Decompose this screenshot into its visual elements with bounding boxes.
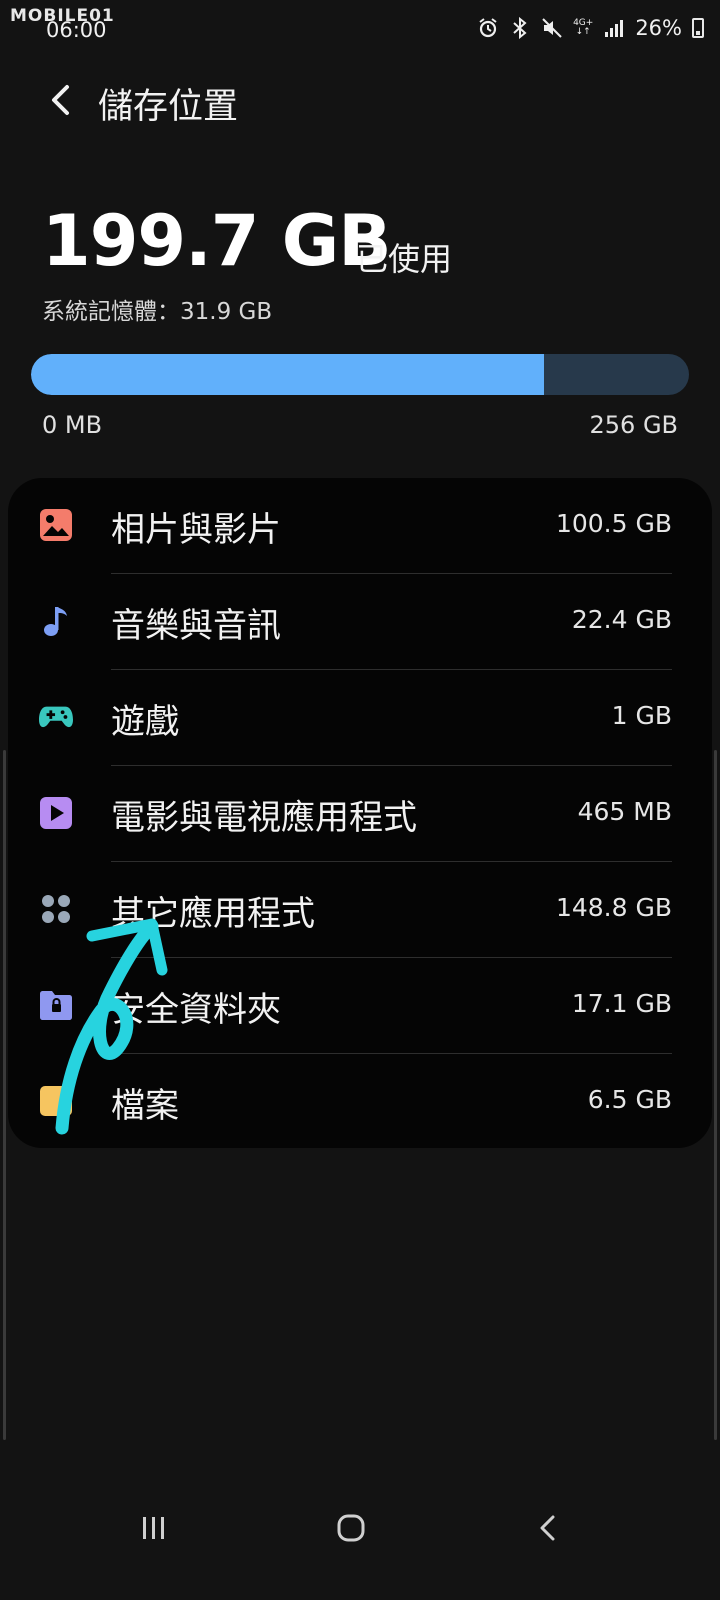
- category-row-music-audio[interactable]: 音樂與音訊 22.4 GB: [8, 574, 712, 670]
- storage-bar-min-label: 0 MB: [42, 411, 103, 439]
- storage-bar-max-label: 256 GB: [589, 411, 679, 439]
- back-nav-button[interactable]: [518, 1504, 578, 1552]
- category-size: 148.8 GB: [555, 893, 672, 922]
- gamepad-icon: [39, 700, 73, 734]
- scroll-indicator-right: [714, 750, 717, 1440]
- category-label: 音樂與音訊: [111, 606, 281, 646]
- back-arrow-icon: [52, 85, 69, 115]
- chevron-left-icon: [540, 1515, 555, 1541]
- category-label: 遊戲: [111, 702, 179, 742]
- battery-icon: [692, 18, 704, 38]
- category-row-games[interactable]: 遊戲 1 GB: [8, 670, 712, 766]
- scroll-indicator-left: [3, 750, 6, 1440]
- system-navigation-bar: [0, 1488, 720, 1568]
- recent-apps-icon: [143, 1517, 164, 1539]
- system-memory-text: 系統記憶體：31.9 GB: [42, 299, 273, 325]
- category-label: 電影與電視應用程式: [111, 798, 417, 838]
- category-label: 相片與影片: [111, 510, 281, 550]
- used-storage-amount: 199.7 GB: [42, 200, 392, 282]
- category-size: 100.5 GB: [555, 509, 672, 538]
- storage-usage-bar: [31, 354, 689, 395]
- mute-icon: [541, 17, 563, 39]
- network-type: 4G+ ↓↑: [573, 19, 593, 37]
- category-size: 22.4 GB: [571, 605, 672, 634]
- image-icon: [39, 508, 73, 542]
- recent-apps-button[interactable]: [124, 1504, 184, 1552]
- category-size: 1 GB: [611, 701, 672, 730]
- category-row-photos-videos[interactable]: 相片與影片 100.5 GB: [8, 478, 712, 574]
- category-size: 465 MB: [577, 797, 672, 826]
- back-button[interactable]: [40, 80, 80, 120]
- status-clock: 06:00: [46, 18, 107, 42]
- annotation-arrow-icon: [55, 918, 168, 1135]
- signal-icon: [603, 17, 625, 39]
- play-icon: [39, 796, 73, 830]
- used-storage-label: 已使用: [356, 240, 453, 278]
- battery-percent: 26%: [635, 16, 682, 40]
- page-title: 儲存位置: [98, 87, 239, 127]
- status-icons: 4G+ ↓↑ 26%: [477, 16, 704, 40]
- storage-usage-bar-fill: [31, 354, 545, 395]
- bluetooth-icon: [509, 17, 531, 39]
- category-size: 17.1 GB: [571, 989, 672, 1018]
- category-row-movies-tv-apps[interactable]: 電影與電視應用程式 465 MB: [8, 766, 712, 862]
- home-button[interactable]: [321, 1504, 381, 1552]
- data-arrows-icon: ↓↑: [575, 27, 591, 37]
- home-icon: [337, 1514, 365, 1542]
- music-note-icon: [39, 604, 73, 638]
- alarm-icon: [477, 17, 499, 39]
- status-bar: MOBILE01 06:00 4G+ ↓↑ 26%: [0, 0, 720, 64]
- category-size: 6.5 GB: [587, 1085, 672, 1114]
